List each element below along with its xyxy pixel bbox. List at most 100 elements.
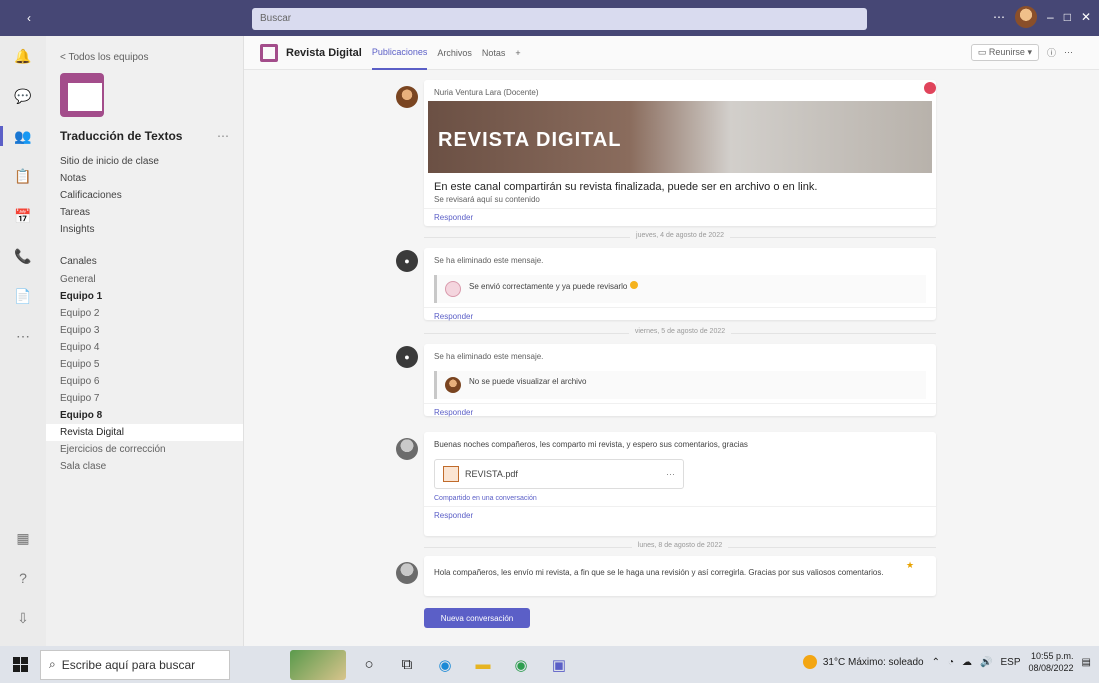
team-link-class-site[interactable]: Sitio de inicio de clase bbox=[60, 153, 229, 170]
channel-item[interactable]: Equipo 1 bbox=[46, 288, 243, 305]
all-teams-link[interactable]: < Todos los equipos bbox=[46, 36, 243, 63]
reply-link[interactable]: Responder bbox=[424, 307, 936, 329]
team-link-assignments[interactable]: Tareas bbox=[60, 204, 229, 221]
video-icon: ▭ bbox=[977, 47, 987, 57]
avatar[interactable] bbox=[396, 86, 418, 108]
calls-icon[interactable]: 📞 bbox=[0, 236, 46, 276]
reply-quote: No se puede visualizar el archivo bbox=[434, 371, 926, 399]
info-icon[interactable]: ⓘ bbox=[1047, 46, 1056, 59]
network-icon[interactable]: ◔ bbox=[948, 657, 954, 668]
post-card: Se ha eliminado este mensaje. No se pued… bbox=[424, 344, 936, 417]
more-options-icon[interactable]: ⋯ bbox=[1064, 47, 1073, 58]
help-icon[interactable]: ? bbox=[0, 558, 46, 598]
search-icon: ⌕ bbox=[49, 657, 56, 671]
reply-link[interactable]: Responder bbox=[424, 208, 936, 230]
channel-item[interactable]: Equipo 6 bbox=[46, 373, 243, 390]
date-divider-label: viernes, 5 de agosto de 2022 bbox=[628, 328, 732, 335]
weather-widget[interactable]: 31°C Máximo: soleado bbox=[802, 655, 924, 669]
avatar[interactable]: ● bbox=[396, 346, 418, 368]
download-icon[interactable]: ⇩ bbox=[0, 598, 46, 638]
assignments-icon[interactable]: 📋 bbox=[0, 156, 46, 196]
new-conversation-button[interactable]: Nueva conversación bbox=[424, 608, 530, 628]
cortana-icon[interactable]: ○ bbox=[354, 650, 384, 680]
channel-item[interactable]: General bbox=[46, 271, 243, 288]
language-indicator[interactable]: ESP bbox=[1000, 657, 1020, 668]
tab-notes[interactable]: Notas bbox=[482, 48, 506, 58]
chevron-up-icon[interactable]: ⌃ bbox=[932, 657, 940, 668]
post-text: Hola compañeros, les envío mi revista, a… bbox=[434, 568, 884, 577]
avatar[interactable] bbox=[396, 562, 418, 584]
clock[interactable]: 10:55 p.m. 08/08/2022 bbox=[1029, 650, 1074, 674]
team-link-grades[interactable]: Calificaciones bbox=[60, 187, 229, 204]
widgets-icon[interactable] bbox=[290, 649, 346, 680]
header-actions: ▭ Reunirse ▾ ⓘ ⋯ bbox=[970, 44, 1073, 61]
date-divider: viernes, 5 de agosto de 2022 bbox=[424, 328, 936, 335]
maximize-icon[interactable]: □ bbox=[1064, 10, 1071, 24]
reply-quote: Se envió correctamente y ya puede revisa… bbox=[434, 275, 926, 303]
file-attachment[interactable]: REVISTA.pdf ⋯ bbox=[434, 459, 684, 489]
channel-item[interactable]: Equipo 4 bbox=[46, 339, 243, 356]
chat-icon[interactable]: 💬 bbox=[0, 76, 46, 116]
files-icon[interactable]: 📄 bbox=[0, 276, 46, 316]
more-icon[interactable]: ⋯ bbox=[993, 10, 1005, 24]
meet-button[interactable]: ▭ Reunirse ▾ bbox=[970, 44, 1039, 61]
reply-link[interactable]: Responder bbox=[424, 506, 936, 528]
start-button[interactable] bbox=[0, 657, 40, 672]
app-bar-bottom: ▦ ? ⇩ bbox=[0, 518, 46, 638]
search-input[interactable]: Buscar bbox=[252, 8, 867, 30]
reply-link[interactable]: Responder bbox=[424, 403, 936, 425]
volume-icon[interactable]: 🔊 bbox=[980, 657, 992, 668]
team-link-notes[interactable]: Notas bbox=[60, 170, 229, 187]
teams-icon[interactable]: 👥 bbox=[0, 116, 46, 156]
date-divider-label: lunes, 8 de agosto de 2022 bbox=[631, 542, 729, 549]
channel-item[interactable]: Sala clase bbox=[46, 458, 243, 475]
channel-sidebar: < Todos los equipos Traducción de Textos… bbox=[46, 36, 244, 646]
tab-posts[interactable]: Publicaciones bbox=[371, 36, 428, 70]
teams-app-icon[interactable]: ▣ bbox=[544, 650, 574, 680]
file-explorer-icon[interactable]: ▬ bbox=[468, 650, 498, 680]
channel-item[interactable]: Equipo 5 bbox=[46, 356, 243, 373]
apps-icon[interactable]: ▦ bbox=[0, 518, 46, 558]
channel-item[interactable]: Equipo 8 bbox=[46, 407, 243, 424]
user-avatar[interactable] bbox=[1015, 6, 1037, 28]
quote-text: Se envió correctamente y ya puede revisa… bbox=[469, 281, 638, 291]
file-options-icon[interactable]: ⋯ bbox=[666, 469, 675, 480]
notification-dot bbox=[924, 82, 936, 94]
channel-item[interactable]: Ejercicios de corrección bbox=[46, 441, 243, 458]
channel-item[interactable]: Equipo 2 bbox=[46, 305, 243, 322]
channel-item[interactable]: Equipo 3 bbox=[46, 322, 243, 339]
chrome-icon[interactable]: ◉ bbox=[506, 650, 536, 680]
team-options-icon[interactable]: ⋯ bbox=[217, 129, 229, 143]
close-icon[interactable]: ✕ bbox=[1081, 10, 1091, 24]
tab-files[interactable]: Archivos bbox=[437, 48, 472, 58]
channel-list: General Equipo 1 Equipo 2 Equipo 3 Equip… bbox=[46, 271, 243, 475]
avatar[interactable]: ● bbox=[396, 250, 418, 272]
quote-message: Se envió correctamente y ya puede revisa… bbox=[469, 282, 628, 291]
file-shared-link[interactable]: Compartido en una conversación bbox=[424, 495, 936, 506]
minimize-icon[interactable]: – bbox=[1047, 10, 1054, 24]
calendar-icon[interactable]: 📅 bbox=[0, 196, 46, 236]
team-link-insights[interactable]: Insights bbox=[60, 221, 229, 238]
system-tray: 31°C Máximo: soleado ⌃ ◔ ☁ 🔊 ESP 10:55 p… bbox=[802, 650, 1091, 674]
reaction-icon[interactable]: ★ bbox=[906, 560, 914, 571]
date-divider: lunes, 8 de agosto de 2022 bbox=[424, 542, 936, 549]
more-apps-icon[interactable]: ⋯ bbox=[0, 316, 46, 356]
task-view-icon[interactable]: ⧉ bbox=[392, 650, 422, 680]
channel-title: Revista Digital bbox=[286, 46, 362, 59]
notifications-icon[interactable]: ▤ bbox=[1082, 657, 1091, 668]
weather-text: 31°C Máximo: soleado bbox=[822, 656, 924, 668]
chevron-down-icon[interactable]: ▾ bbox=[1027, 47, 1032, 57]
add-tab-button[interactable]: + bbox=[515, 48, 520, 58]
back-arrow-icon[interactable]: ‹ bbox=[0, 0, 58, 36]
channel-item[interactable]: Equipo 7 bbox=[46, 390, 243, 407]
team-name[interactable]: Traducción de Textos ⋯ bbox=[46, 117, 243, 149]
activity-icon[interactable]: 🔔 bbox=[0, 36, 46, 76]
onedrive-icon[interactable]: ☁ bbox=[962, 657, 972, 668]
team-links: Sitio de inicio de clase Notas Calificac… bbox=[46, 149, 243, 242]
avatar[interactable] bbox=[396, 438, 418, 460]
channel-icon bbox=[260, 43, 278, 62]
channel-item-selected[interactable]: Revista Digital bbox=[46, 424, 243, 441]
channel-tabs: Publicaciones Archivos Notas + bbox=[371, 36, 521, 70]
edge-icon[interactable]: ◉ bbox=[430, 650, 460, 680]
taskbar-search[interactable]: ⌕ Escribe aquí para buscar bbox=[40, 649, 230, 680]
